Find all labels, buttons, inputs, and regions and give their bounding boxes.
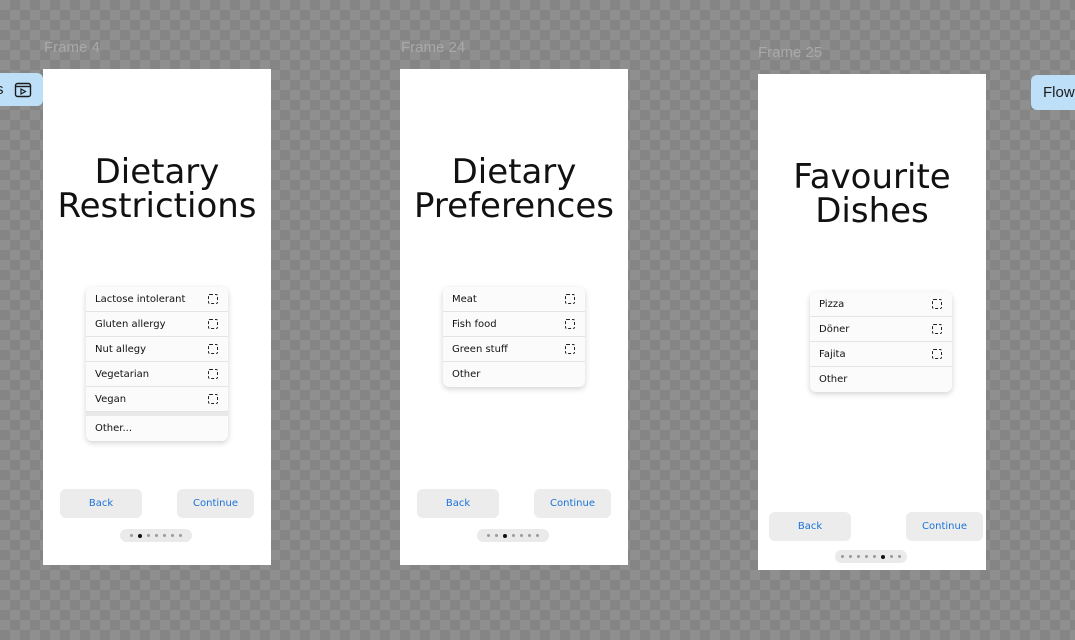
list-item-label: Other	[452, 369, 481, 380]
page-title: Dietary Preferences	[400, 155, 628, 223]
list-item[interactable]: Green stuff	[443, 337, 585, 362]
page-dot[interactable]	[865, 555, 868, 558]
list-item-label: Other	[819, 374, 848, 385]
continue-button[interactable]: Continue	[177, 489, 254, 518]
flow-tab-label: Flow	[1043, 84, 1075, 101]
page-dot[interactable]	[898, 555, 901, 558]
list-item[interactable]: Nut allegy	[86, 337, 228, 362]
checkbox-icon[interactable]	[565, 319, 575, 329]
options-list: Pizza Döner Fajita Other	[810, 292, 952, 392]
page-dot[interactable]	[179, 534, 182, 537]
list-item-other[interactable]: Other	[810, 367, 952, 392]
page-dot[interactable]	[849, 555, 852, 558]
frame-favourite-dishes[interactable]: Favourite Dishes Pizza Döner Fajita Othe…	[758, 74, 986, 570]
list-item-label: Döner	[819, 323, 850, 335]
list-item-label: Meat	[452, 293, 477, 305]
list-item-label: Fajita	[819, 348, 846, 360]
list-item[interactable]: Vegan	[86, 387, 228, 412]
list-item-label: Other...	[95, 423, 133, 434]
checkbox-icon[interactable]	[932, 324, 942, 334]
continue-button[interactable]: Continue	[534, 489, 611, 518]
page-dot[interactable]	[512, 534, 515, 537]
page-dot[interactable]	[171, 534, 174, 537]
list-item-other[interactable]: Other	[443, 362, 585, 387]
continue-button[interactable]: Continue	[906, 512, 983, 541]
list-item-label: Nut allegy	[95, 343, 147, 355]
page-dot[interactable]	[873, 555, 876, 558]
page-dot-active[interactable]	[138, 533, 142, 538]
list-item-other[interactable]: Other...	[86, 416, 228, 441]
page-indicator[interactable]	[835, 550, 907, 563]
options-list: Lactose intolerant Gluten allergy Nut al…	[86, 287, 228, 441]
frame-label[interactable]: Frame 24	[401, 39, 465, 56]
page-title: Dietary Restrictions	[43, 155, 271, 223]
list-item-label: Lactose intolerant	[95, 293, 186, 305]
page-dot[interactable]	[163, 534, 166, 537]
back-button[interactable]: Back	[769, 512, 851, 541]
title-line: Dishes	[815, 191, 929, 231]
list-item-label: Vegetarian	[95, 368, 150, 380]
title-line: Favourite	[793, 157, 951, 197]
page-dot[interactable]	[520, 534, 523, 537]
checkbox-icon[interactable]	[932, 349, 942, 359]
list-item[interactable]: Pizza	[810, 292, 952, 317]
page-indicator[interactable]	[477, 529, 549, 542]
list-item[interactable]: Fish food	[443, 312, 585, 337]
frame-label[interactable]: Frame 25	[758, 44, 822, 61]
checkbox-icon[interactable]	[932, 299, 942, 309]
flow-start-tab-text: s	[0, 81, 4, 98]
flow-tab[interactable]: Flow	[1031, 75, 1075, 110]
checkbox-icon[interactable]	[208, 394, 218, 404]
page-dot[interactable]	[841, 555, 844, 558]
title-line: Dietary	[94, 152, 220, 192]
page-dot[interactable]	[890, 555, 893, 558]
page-title: Favourite Dishes	[758, 160, 986, 228]
list-item-label: Gluten allergy	[95, 318, 166, 330]
page-dot[interactable]	[147, 534, 150, 537]
frame-dietary-preferences[interactable]: Dietary Preferences Meat Fish food Green…	[400, 69, 628, 565]
page-indicator[interactable]	[120, 529, 192, 542]
frame-label[interactable]: Frame 4	[44, 39, 100, 56]
checkbox-icon[interactable]	[565, 344, 575, 354]
page-dot[interactable]	[495, 534, 498, 537]
checkbox-icon[interactable]	[208, 319, 218, 329]
checkbox-icon[interactable]	[208, 294, 218, 304]
list-item[interactable]: Vegetarian	[86, 362, 228, 387]
options-list: Meat Fish food Green stuff Other	[443, 287, 585, 387]
back-button[interactable]: Back	[417, 489, 499, 518]
page-dot-active[interactable]	[881, 554, 885, 559]
list-item-label: Green stuff	[452, 343, 508, 355]
page-dot[interactable]	[857, 555, 860, 558]
list-item[interactable]: Meat	[443, 287, 585, 312]
flow-start-tab[interactable]: s	[0, 73, 43, 106]
list-item[interactable]: Gluten allergy	[86, 312, 228, 337]
page-dot[interactable]	[155, 534, 158, 537]
checkbox-icon[interactable]	[208, 344, 218, 354]
title-line: Restrictions	[57, 186, 257, 226]
list-item[interactable]: Lactose intolerant	[86, 287, 228, 312]
checkbox-icon[interactable]	[565, 294, 575, 304]
page-dot[interactable]	[528, 534, 531, 537]
list-item[interactable]: Döner	[810, 317, 952, 342]
checkbox-icon[interactable]	[208, 369, 218, 379]
page-dot[interactable]	[130, 534, 133, 537]
list-item-label: Pizza	[819, 298, 845, 310]
prototype-play-icon[interactable]	[14, 81, 32, 99]
list-item[interactable]: Fajita	[810, 342, 952, 367]
list-item-label: Vegan	[95, 393, 127, 405]
page-dot[interactable]	[487, 534, 490, 537]
title-line: Preferences	[414, 186, 614, 226]
frame-dietary-restrictions[interactable]: Dietary Restrictions Lactose intolerant …	[43, 69, 271, 565]
page-dot-active[interactable]	[503, 533, 507, 538]
back-button[interactable]: Back	[60, 489, 142, 518]
title-line: Dietary	[451, 152, 577, 192]
page-dot[interactable]	[536, 534, 539, 537]
list-item-label: Fish food	[452, 318, 497, 330]
